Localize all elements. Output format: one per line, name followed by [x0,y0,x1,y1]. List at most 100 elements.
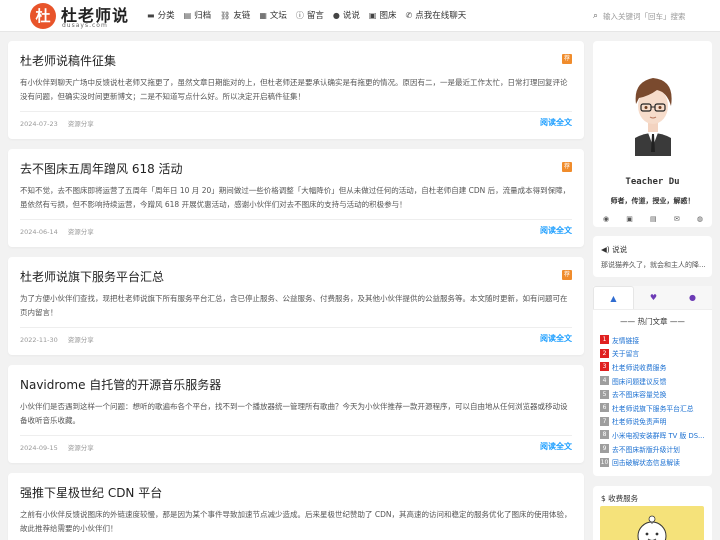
recommend-badge: 荐 [562,54,572,64]
list-item[interactable]: 9 去不图床新版升级计划 [600,442,710,456]
post-category[interactable]: 资源分享 [68,336,94,344]
divider [20,435,572,436]
recommend-badge: 荐 [562,270,572,280]
info-icon: ⓘ [295,10,304,20]
site-domain: dusays.com [62,22,108,29]
list-item[interactable]: 10 回击破解状态信息解读 [600,455,710,469]
archive-icon: ▤ [183,10,192,20]
hot-posts-card: ▲ ♥ ● —— 热门文章 —— 1 友情链接 2 关于留言 3 杜老师说收费服务 4… [593,286,712,476]
rank-badge: 6 [600,403,609,413]
rss-icon[interactable]: ◉ [603,215,609,223]
nav-item-imagehost[interactable]: ▣ 图床 [368,9,397,22]
post-meta: 2022-11-30 资源分享 [20,334,104,344]
image-icon: ▣ [368,10,377,20]
profile-motto: 师者，传道，授业，解惑！ [610,197,695,205]
talk-card: ◀) 说说 那说猫养久了，就会和主人的降... [593,236,712,277]
rank-badge: 1 [600,335,609,345]
rank-badge: 4 [600,376,609,386]
nav-item-guestbook[interactable]: ⓘ 留言 [295,9,324,22]
post-excerpt: 不知不觉，去不图床即将运营了五周年「周年日 10 月 20」期间做过一些价格调整… [20,186,571,209]
post-card: 强推下星极世纪 CDN 平台 之前有小伙伴反馈说图床的外链速度较慢，那是因为某个… [8,473,584,540]
social-links: ◉ ▣ ▤ ✉ ◍ [603,215,703,223]
nav-item-archive[interactable]: ▤ 归档 [183,9,212,22]
nav-item-talk[interactable]: ● 说说 [333,9,360,22]
post-card: Navidrome 自托管的开源音乐服务器 小伙伴们是否遇到这样一个问题：想听的… [8,365,584,463]
post-meta: 2024-09-15 资源分享 [20,442,104,452]
list-item[interactable]: 6 杜老师说旗下服务平台汇总 [600,401,710,415]
post-category[interactable]: 资源分享 [68,228,94,236]
profile-name: Teacher Du [625,177,680,187]
list-item[interactable]: 2 关于留言 [600,347,710,361]
rank-badge: 8 [600,430,609,440]
altar-icon: ▦ [259,10,267,20]
link-icon: ⛓ [220,10,231,20]
rank-badge: 7 [600,416,609,426]
image-icon[interactable]: ▣ [626,215,633,223]
speaker-icon: ◀) [601,245,610,254]
rank-badge: 10 [600,457,609,467]
thumbs-up-icon[interactable]: ▲ [593,286,634,309]
post-category[interactable]: 资源分享 [68,120,94,128]
post-card: 杜老师说旗下服务平台汇总 荐 为了方便小伙伴们查找，现把杜老师说旗下所有服务平台… [8,257,584,355]
dollar-icon: $ [601,494,606,503]
post-excerpt: 为了方便小伙伴们查找，现把杜老师说旗下所有服务平台汇总，含已停止服务、公益服务、… [20,294,568,317]
list-item[interactable]: 5 去不图床容量兑换 [600,387,710,401]
phone-icon: ✆ [405,10,413,20]
read-more-link[interactable]: 阅读全文 [540,225,572,236]
post-date: 2024-07-23 [20,120,58,128]
post-date: 2024-09-15 [20,444,58,452]
post-excerpt: 小伙伴们是否遇到这样一个问题：想听的歌遍布各个平台，找不到一个播放器统一管理所有… [20,402,568,425]
list-item[interactable]: 7 杜老师说免责声明 [600,415,710,429]
nav-item-forum[interactable]: ▦ 文坛 [259,9,287,22]
post-card: 杜老师说稿件征集 荐 有小伙伴到聊天广场中反馈说杜老师又拖更了，虽然文章日期能对… [8,41,584,139]
post-excerpt: 之前有小伙伴反馈说图床的外链速度较慢，那是因为某个事件导致加速节点减少造成。后来… [20,510,572,533]
github-icon[interactable]: ◍ [697,215,703,223]
hot-posts-title: —— 热门文章 —— [620,317,685,326]
post-title[interactable]: Navidrome 自托管的开源音乐服务器 [20,376,221,393]
read-more-link[interactable]: 阅读全文 [540,333,572,344]
post-category[interactable]: 资源分享 [68,444,94,452]
folder-icon: ▬ [147,10,155,20]
rank-badge: 9 [600,444,609,454]
comment-icon[interactable]: ● [673,286,712,309]
talk-heading: ◀) 说说 [601,245,628,254]
search-icon: ⌕ [593,11,599,21]
list-item[interactable]: 4 图床问题建议反馈 [600,374,710,388]
search-box[interactable]: ⌕ 输入关键词「回车」搜索 [593,8,711,24]
logo-icon[interactable]: 杜 [30,3,56,29]
rank-badge: 2 [600,348,609,358]
post-title[interactable]: 杜老师说旗下服务平台汇总 [20,268,164,285]
rank-badge: 3 [600,362,609,372]
widget-tabs: ▲ ♥ ● [593,286,712,310]
avatar[interactable] [621,68,685,156]
post-meta: 2024-06-14 资源分享 [20,226,104,236]
list-item[interactable]: 1 友情链接 [600,333,710,347]
post-card: 去不图床五周年蹭风 618 活动 荐 不知不觉，去不图床即将运营了五周年「周年日… [8,149,584,247]
fee-service-card: $ 收费服务 [593,486,712,540]
nav-item-chat[interactable]: ✆ 点我在线聊天 [405,9,467,22]
post-title[interactable]: 去不图床五周年蹭风 618 活动 [20,160,183,177]
post-title[interactable]: 强推下星极世纪 CDN 平台 [20,484,162,501]
read-more-link[interactable]: 阅读全文 [540,117,572,128]
mail-icon[interactable]: ✉ [674,215,680,223]
post-title[interactable]: 杜老师说稿件征集 [20,52,116,69]
fee-heading: $ 收费服务 [601,494,639,503]
heart-icon[interactable]: ♥ [634,286,673,309]
nav-item-links[interactable]: ⛓ 友链 [220,9,250,22]
chat-icon[interactable]: ▤ [650,215,657,223]
list-item[interactable]: 8 小米电视安装群晖 TV 版 DS... [600,428,710,442]
post-excerpt: 有小伙伴到聊天广场中反馈说杜老师又拖更了，虽然文章日期能对的上，但杜老师还是要承… [20,78,568,101]
talk-text[interactable]: 那说猫养久了，就会和主人的降... [601,260,706,270]
profile-card: Teacher Du 师者，传道，授业，解惑！ ◉ ▣ ▤ ✉ ◍ [593,41,712,227]
divider [20,219,572,220]
rank-badge: 5 [600,389,609,399]
search-input[interactable]: 输入关键词「回车」搜索 [603,11,686,22]
read-more-link[interactable]: 阅读全文 [540,441,572,452]
hot-posts-list: 1 友情链接 2 关于留言 3 杜老师说收费服务 4 图床问题建议反馈 5 去不图床容量兑… [600,333,710,469]
mascot-icon [637,515,667,540]
post-date: 2024-06-14 [20,228,58,236]
nav-item-category[interactable]: ▬ 分类 [147,9,175,22]
divider [20,327,572,328]
fee-banner[interactable] [600,506,704,540]
list-item[interactable]: 3 杜老师说收费服务 [600,360,710,374]
